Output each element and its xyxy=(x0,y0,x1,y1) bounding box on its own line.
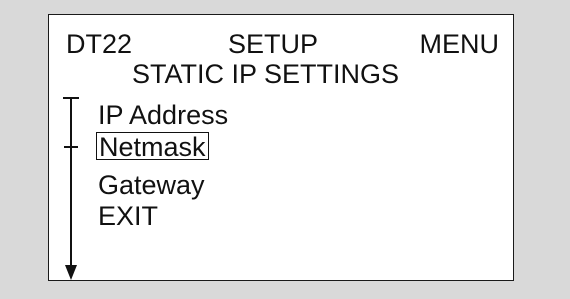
menu-item-netmask[interactable]: Netmask xyxy=(96,132,209,161)
lcd-screen: DT22 SETUP MENU STATIC IP SETTINGS IP Ad… xyxy=(48,14,514,281)
menu-item-ip-address[interactable]: IP Address xyxy=(98,100,228,130)
scroll-track-icon xyxy=(63,97,79,269)
page-title: STATIC IP SETTINGS xyxy=(132,59,400,89)
device-name: DT22 xyxy=(66,29,133,59)
menu-label: MENU xyxy=(419,29,500,59)
menu-item-exit[interactable]: EXIT xyxy=(98,201,158,231)
mode-title: SETUP xyxy=(228,29,319,59)
menu-item-gateway[interactable]: Gateway xyxy=(98,170,205,200)
scrollbar[interactable] xyxy=(59,97,83,281)
scroll-down-arrow-icon[interactable] xyxy=(65,265,77,280)
